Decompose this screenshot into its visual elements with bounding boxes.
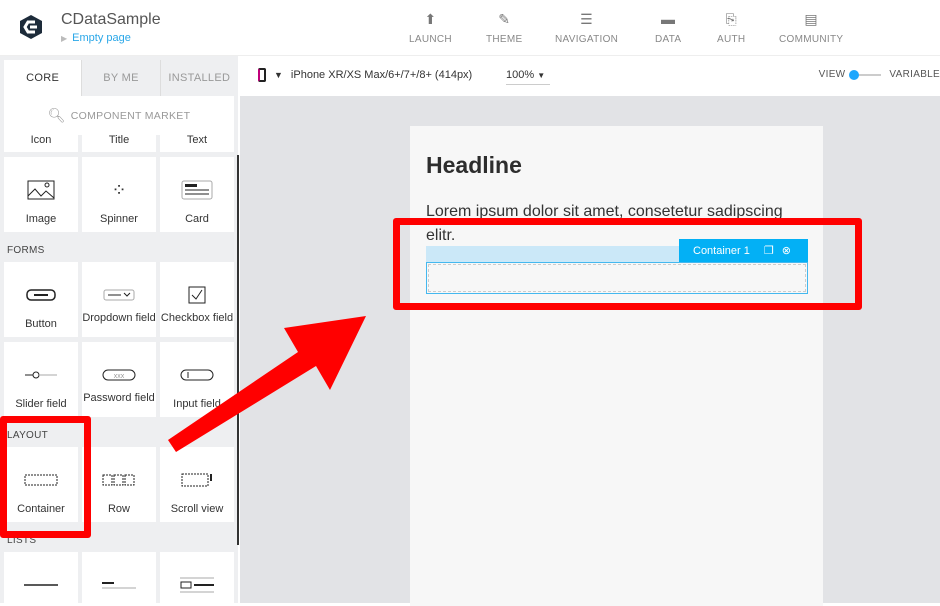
annotation-arrow [168, 316, 366, 452]
